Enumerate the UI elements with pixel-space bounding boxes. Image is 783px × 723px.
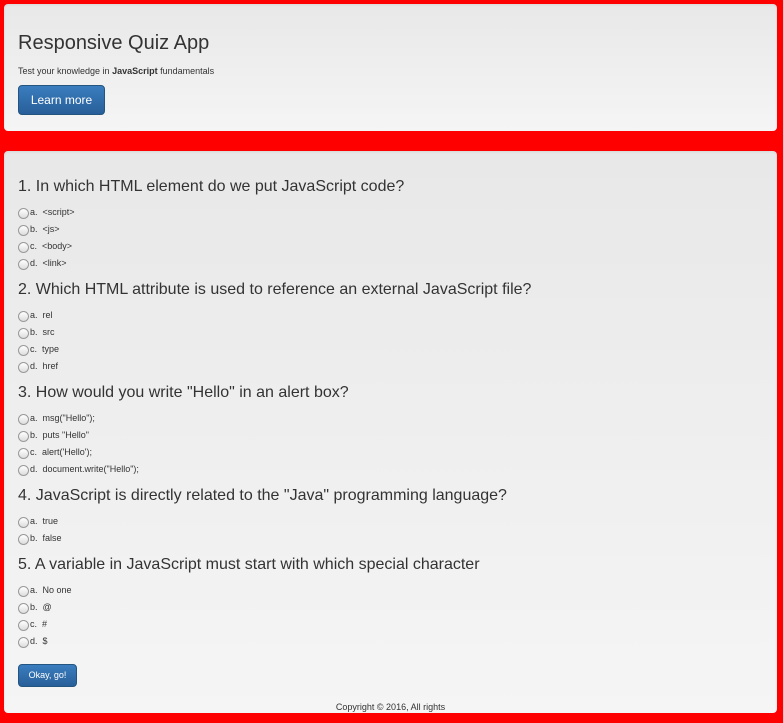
answer-option[interactable]: b. src (18, 323, 763, 340)
radio-button[interactable] (18, 259, 29, 270)
answer-option-label: a. <script> (30, 206, 75, 217)
answer-option[interactable]: c. <body> (18, 237, 763, 254)
submit-button[interactable]: Okay, go! (18, 664, 77, 687)
answer-option-label: d. <link> (30, 257, 67, 268)
answer-option[interactable]: c. # (18, 615, 763, 632)
answer-option-label: b. false (30, 532, 62, 543)
question-title: 2. Which HTML attribute is used to refer… (18, 281, 532, 298)
answer-option[interactable]: b. @ (18, 598, 763, 615)
answer-option-label: a. true (30, 515, 59, 526)
question-title: 5. A variable in JavaScript must start w… (18, 556, 480, 573)
subtitle-suffix: fundamentals (157, 66, 215, 76)
answer-option-label: b. @ (30, 601, 52, 612)
answer-option-label: a. rel (30, 309, 53, 320)
radio-button[interactable] (18, 362, 29, 373)
page-title: Responsive Quiz App (18, 32, 210, 54)
question-title: 1. In which HTML element do we put JavaS… (18, 178, 405, 195)
answer-option[interactable]: b. false (18, 529, 763, 546)
answer-option-label: c. <body> (30, 240, 73, 251)
question-title: 3. How would you write "Hello" in an ale… (18, 384, 349, 401)
radio-button[interactable] (18, 414, 29, 425)
answer-option[interactable]: b. <js> (18, 220, 763, 237)
answer-option[interactable]: b. puts "Hello" (18, 426, 763, 443)
answer-option[interactable]: a. rel (18, 306, 763, 323)
answer-option-label: d. $ (30, 635, 48, 646)
answer-option[interactable]: a. No one (18, 581, 763, 598)
radio-button[interactable] (18, 448, 29, 459)
radio-button[interactable] (18, 620, 29, 631)
question-block: 1. In which HTML element do we put JavaS… (18, 177, 763, 271)
answer-option[interactable]: c. type (18, 340, 763, 357)
question-block: 2. Which HTML attribute is used to refer… (18, 280, 763, 374)
radio-button[interactable] (18, 345, 29, 356)
radio-button[interactable] (18, 517, 29, 528)
radio-button[interactable] (18, 637, 29, 648)
question-block: 3. How would you write "Hello" in an ale… (18, 383, 763, 477)
question-title: 4. JavaScript is directly related to the… (18, 487, 507, 504)
radio-button[interactable] (18, 328, 29, 339)
answer-option-label: b. <js> (30, 223, 60, 234)
answer-option-label: d. href (30, 360, 59, 371)
quiz-panel: 1. In which HTML element do we put JavaS… (4, 151, 777, 713)
radio-button[interactable] (18, 586, 29, 597)
answer-option-label: c. type (30, 343, 60, 354)
answer-option-label: a. msg("Hello"); (30, 412, 95, 423)
header-panel: Responsive Quiz App Test your knowledge … (4, 4, 777, 131)
page-subtitle: Test your knowledge in JavaScript fundam… (18, 65, 763, 77)
radio-button[interactable] (18, 465, 29, 476)
answer-option-label: d. document.write("Hello"); (30, 463, 139, 474)
radio-button[interactable] (18, 242, 29, 253)
radio-button[interactable] (18, 311, 29, 322)
answer-option-label: b. src (30, 326, 55, 337)
question-list: 1. In which HTML element do we put JavaS… (18, 177, 763, 649)
learn-more-button[interactable]: Learn more (18, 85, 105, 115)
answer-option-label: c. # (30, 618, 48, 629)
radio-button[interactable] (18, 603, 29, 614)
radio-button[interactable] (18, 225, 29, 236)
answer-option[interactable]: c. alert('Hello'); (18, 443, 763, 460)
answer-option[interactable]: a. <script> (18, 203, 763, 220)
answer-option[interactable]: a. true (18, 512, 763, 529)
question-block: 4. JavaScript is directly related to the… (18, 486, 763, 546)
answer-option[interactable]: d. document.write("Hello"); (18, 460, 763, 477)
answer-option[interactable]: d. $ (18, 632, 763, 649)
answer-option[interactable]: d. <link> (18, 254, 763, 271)
radio-button[interactable] (18, 534, 29, 545)
subtitle-prefix: Test your knowledge in (18, 66, 113, 76)
copyright-text: Copyright © 2016, All rights (335, 702, 446, 712)
answer-option-label: a. No one (30, 584, 72, 595)
radio-button[interactable] (18, 431, 29, 442)
question-block: 5. A variable in JavaScript must start w… (18, 555, 763, 649)
answer-option[interactable]: d. href (18, 357, 763, 374)
subtitle-bold: JavaScript (112, 66, 158, 76)
answer-option-label: b. puts "Hello" (30, 429, 89, 440)
radio-button[interactable] (18, 208, 29, 219)
answer-option[interactable]: a. msg("Hello"); (18, 409, 763, 426)
answer-option-label: c. alert('Hello'); (30, 446, 92, 457)
